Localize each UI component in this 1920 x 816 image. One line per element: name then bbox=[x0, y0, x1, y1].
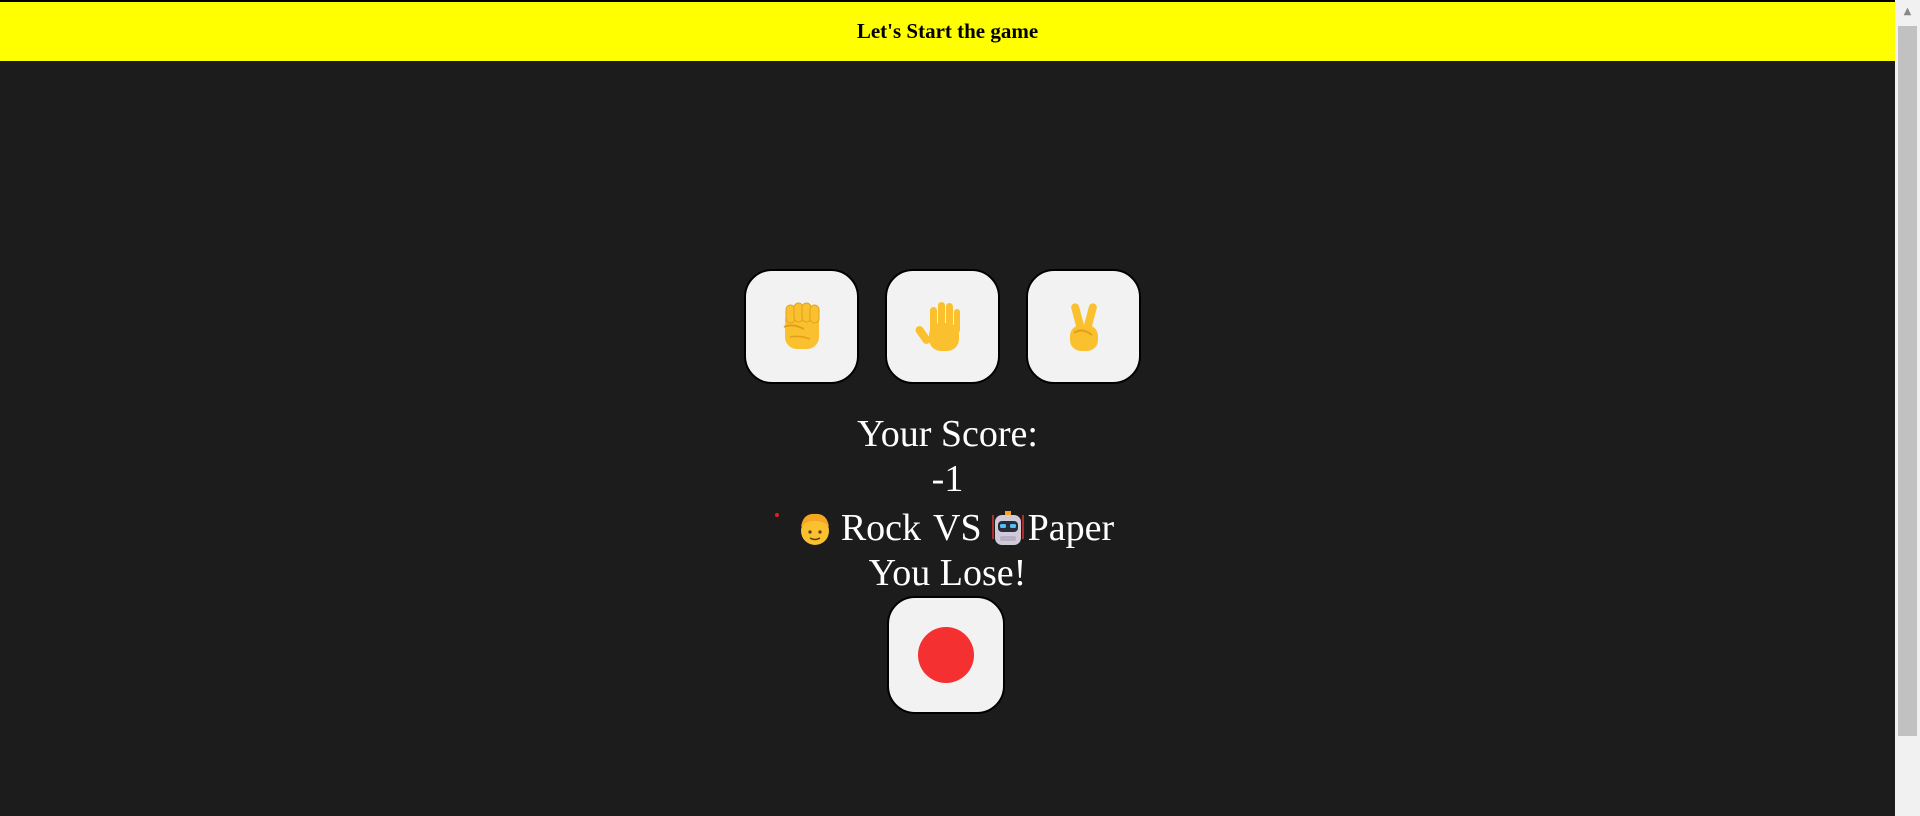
computer-choice: Paper bbox=[1027, 507, 1115, 549]
record-dot-icon bbox=[918, 627, 974, 683]
score-value: -1 bbox=[931, 458, 964, 500]
record-button[interactable] bbox=[887, 596, 1005, 714]
scrollbar-thumb[interactable] bbox=[1898, 26, 1917, 736]
scroll-up-arrow-icon[interactable]: ▲ bbox=[1895, 0, 1920, 22]
game-page: Let's Start the game Your Score: -1 Rock… bbox=[0, 0, 1920, 816]
rock-button[interactable] bbox=[744, 269, 859, 384]
paper-button[interactable] bbox=[885, 269, 1000, 384]
header-title: Let's Start the game bbox=[856, 19, 1039, 43]
matchup-line: Rock VS Paper bbox=[0, 506, 1895, 551]
raised-hand-icon bbox=[915, 301, 960, 351]
indicator-dot bbox=[774, 512, 779, 517]
scissors-button[interactable] bbox=[1026, 269, 1141, 384]
person-icon bbox=[800, 513, 829, 545]
victory-hand-icon bbox=[1069, 302, 1098, 351]
player-choice: Rock bbox=[840, 507, 922, 549]
vs-label: VS bbox=[933, 507, 982, 549]
raised-fist-icon bbox=[783, 302, 819, 349]
header-bar: Let's Start the game bbox=[0, 2, 1895, 61]
choice-buttons bbox=[744, 269, 1141, 384]
vertical-scrollbar[interactable]: ▲ bbox=[1895, 0, 1920, 816]
robot-icon bbox=[991, 510, 1024, 545]
score-label: Your Score: bbox=[857, 413, 1038, 455]
result-text: You Lose! bbox=[868, 552, 1027, 594]
